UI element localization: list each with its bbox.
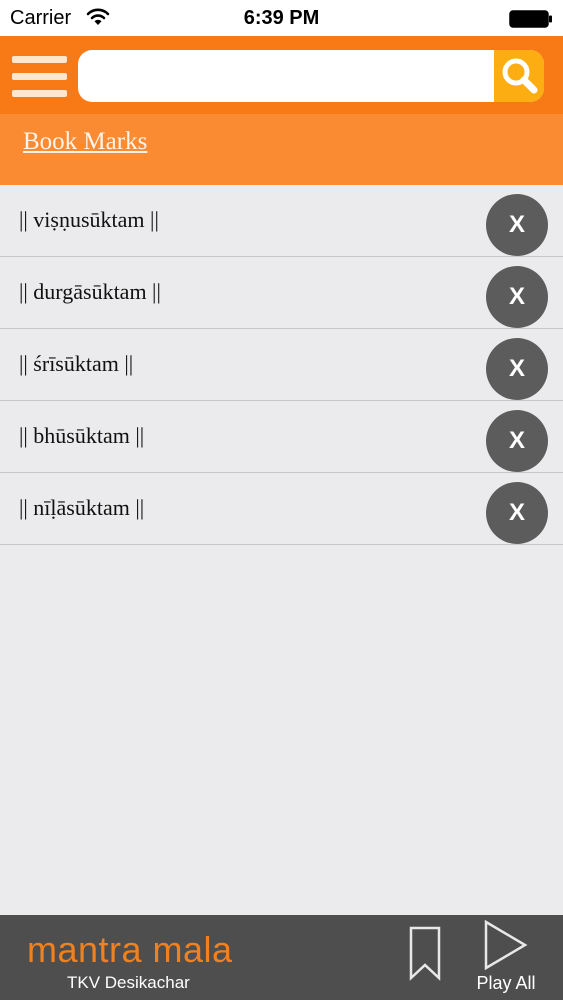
search-button[interactable] <box>494 50 544 102</box>
app-brand-title: mantra mala <box>27 929 233 970</box>
bookmark-item[interactable]: || viṣṇusūktam || X <box>0 185 563 257</box>
play-all-label: Play All <box>476 973 536 993</box>
title-bar: Book Marks <box>0 114 563 185</box>
hamburger-menu-icon[interactable] <box>12 54 67 98</box>
bookmark-item[interactable]: || durgāsūktam || X <box>0 257 563 329</box>
bookmark-label: || viṣṇusūktam || <box>19 207 159 232</box>
magnifier-icon <box>502 58 538 94</box>
footer-player-bar: mantra mala TKV Desikachar Play All <box>0 915 563 1000</box>
bookmark-label: || śrīsūktam || <box>19 351 134 376</box>
remove-bookmark-button[interactable]: X <box>486 482 548 544</box>
search-box <box>78 50 544 102</box>
bookmark-item[interactable]: || bhūsūktam || X <box>0 401 563 473</box>
status-time: 6:39 PM <box>243 7 320 29</box>
bookmark-item[interactable]: || nīḷāsūktam || X <box>0 473 563 545</box>
menu-line <box>12 90 67 97</box>
play-all-button[interactable]: Play All <box>470 919 542 995</box>
menu-line <box>12 56 67 63</box>
remove-bookmark-button[interactable]: X <box>486 194 548 256</box>
bookmark-item[interactable]: || śrīsūktam || X <box>0 329 563 401</box>
remove-bookmark-button[interactable]: X <box>486 410 548 472</box>
remove-bookmark-button[interactable]: X <box>486 266 548 328</box>
app-header <box>0 36 563 114</box>
bookmark-label: || bhūsūktam || <box>19 423 145 448</box>
page-title-link[interactable]: Book Marks <box>23 128 147 156</box>
bookmark-icon[interactable] <box>408 925 442 981</box>
menu-line <box>12 73 67 80</box>
bookmark-label: || durgāsūktam || <box>19 279 161 304</box>
remove-bookmark-button[interactable]: X <box>486 338 548 400</box>
search-input[interactable] <box>88 56 492 98</box>
status-bar: Carrier 6:39 PM <box>0 0 563 36</box>
play-icon <box>484 919 528 971</box>
bookmark-list: || viṣṇusūktam || X || durgāsūktam || X … <box>0 185 563 545</box>
bookmark-label: || nīḷāsūktam || <box>19 495 145 520</box>
battery-icon <box>509 10 552 28</box>
app-author-subtitle: TKV Desikachar <box>67 973 190 992</box>
